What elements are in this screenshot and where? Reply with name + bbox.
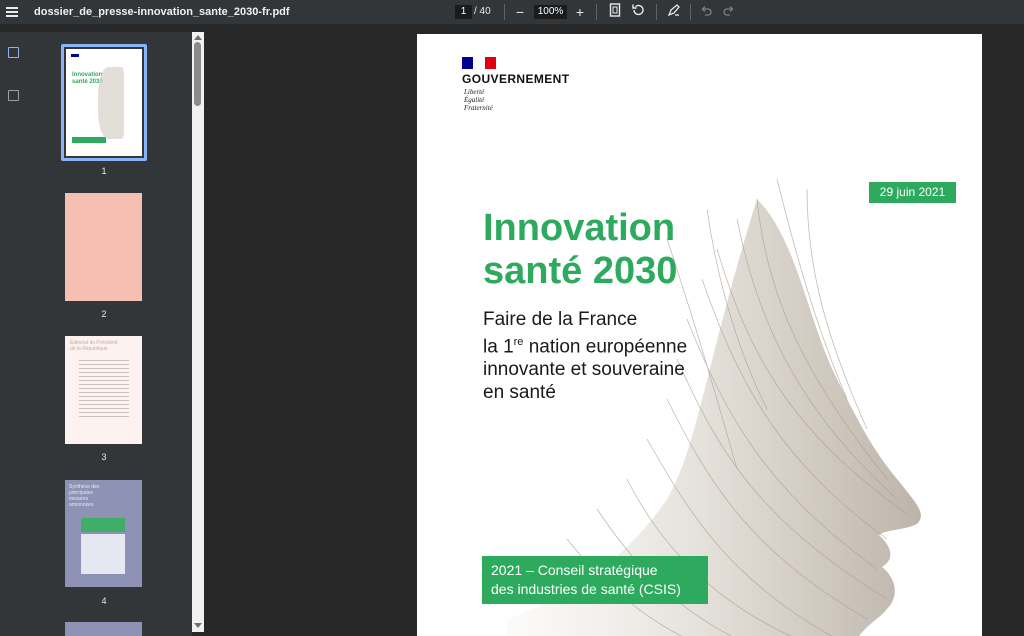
- page-total: / 40: [474, 6, 491, 17]
- page-number-input[interactable]: 1: [455, 5, 472, 19]
- thumb-heading: Éditorial du Président de la République: [70, 340, 118, 352]
- french-flag-logo: [462, 57, 496, 69]
- document-subtitle: Faire de la France la 1re nation europée…: [483, 309, 688, 404]
- scroll-down-icon[interactable]: [194, 623, 202, 628]
- thumb-text-lines: [79, 360, 129, 420]
- document-title: Innovation santé 2030: [483, 207, 678, 292]
- scroll-up-icon[interactable]: [194, 35, 202, 40]
- fit-page-icon[interactable]: [608, 3, 622, 21]
- thumbnails-view-icon[interactable]: [8, 47, 19, 58]
- thumbnail-page-2[interactable]: [65, 193, 142, 301]
- thumbnail-page-4[interactable]: Synthèse des principales mesures annoncé…: [65, 480, 142, 587]
- thumbnail-page-1[interactable]: Innovation santé 2030: [61, 44, 147, 161]
- toolbar-divider: [690, 4, 691, 20]
- thumb-flag: [71, 54, 79, 57]
- document-viewer: GOUVERNEMENT Liberté Égalité Fraternité: [204, 32, 1024, 636]
- thumb-face-image: [98, 67, 124, 139]
- thumbnail-label: 3: [101, 452, 107, 462]
- thumbnail-scrollbar[interactable]: [192, 32, 204, 632]
- zoom-out-button[interactable]: −: [513, 3, 527, 21]
- thumbnail-label: 1: [101, 166, 107, 176]
- pen-icon[interactable]: [666, 3, 682, 21]
- date-badge: 29 juin 2021: [869, 182, 956, 203]
- pdf-toolbar: dossier_de_presse-innovation_sante_2030-…: [0, 0, 1024, 24]
- thumb-green-bar: [72, 137, 106, 143]
- thumb-green-block: [81, 518, 125, 532]
- menu-icon[interactable]: [6, 5, 18, 19]
- file-title: dossier_de_presse-innovation_sante_2030-…: [34, 6, 290, 18]
- government-name: GOUVERNEMENT: [462, 72, 570, 86]
- toolbar-divider: [656, 4, 657, 20]
- rotate-icon[interactable]: [630, 3, 646, 21]
- thumb-content-block: [81, 534, 125, 574]
- sidebar-rail: [0, 32, 28, 636]
- thumb-heading: Synthèse des principales mesures annoncé…: [69, 484, 100, 508]
- pdf-page: GOUVERNEMENT Liberté Égalité Fraternité: [417, 34, 982, 636]
- toolbar-divider: [596, 4, 597, 20]
- thumbnail-panel: Innovation santé 2030 1 2 Éditorial du P…: [28, 32, 192, 636]
- thumbnail-label: 4: [101, 596, 107, 606]
- undo-icon[interactable]: [699, 3, 713, 21]
- outline-view-icon[interactable]: [8, 90, 19, 101]
- csis-banner: 2021 – Conseil stratégique des industrie…: [482, 556, 708, 604]
- zoom-in-button[interactable]: +: [573, 3, 587, 21]
- redo-icon[interactable]: [722, 3, 736, 21]
- thumbnail-page-3[interactable]: Éditorial du Président de la République: [65, 336, 142, 444]
- thumbnail-label: 2: [101, 309, 107, 319]
- scrollbar-thumb[interactable]: [194, 42, 201, 106]
- toolbar-divider: [504, 4, 505, 20]
- zoom-input[interactable]: 100%: [534, 5, 567, 19]
- republic-motto: Liberté Égalité Fraternité: [464, 88, 493, 112]
- thumbnail-page-5[interactable]: [65, 622, 142, 636]
